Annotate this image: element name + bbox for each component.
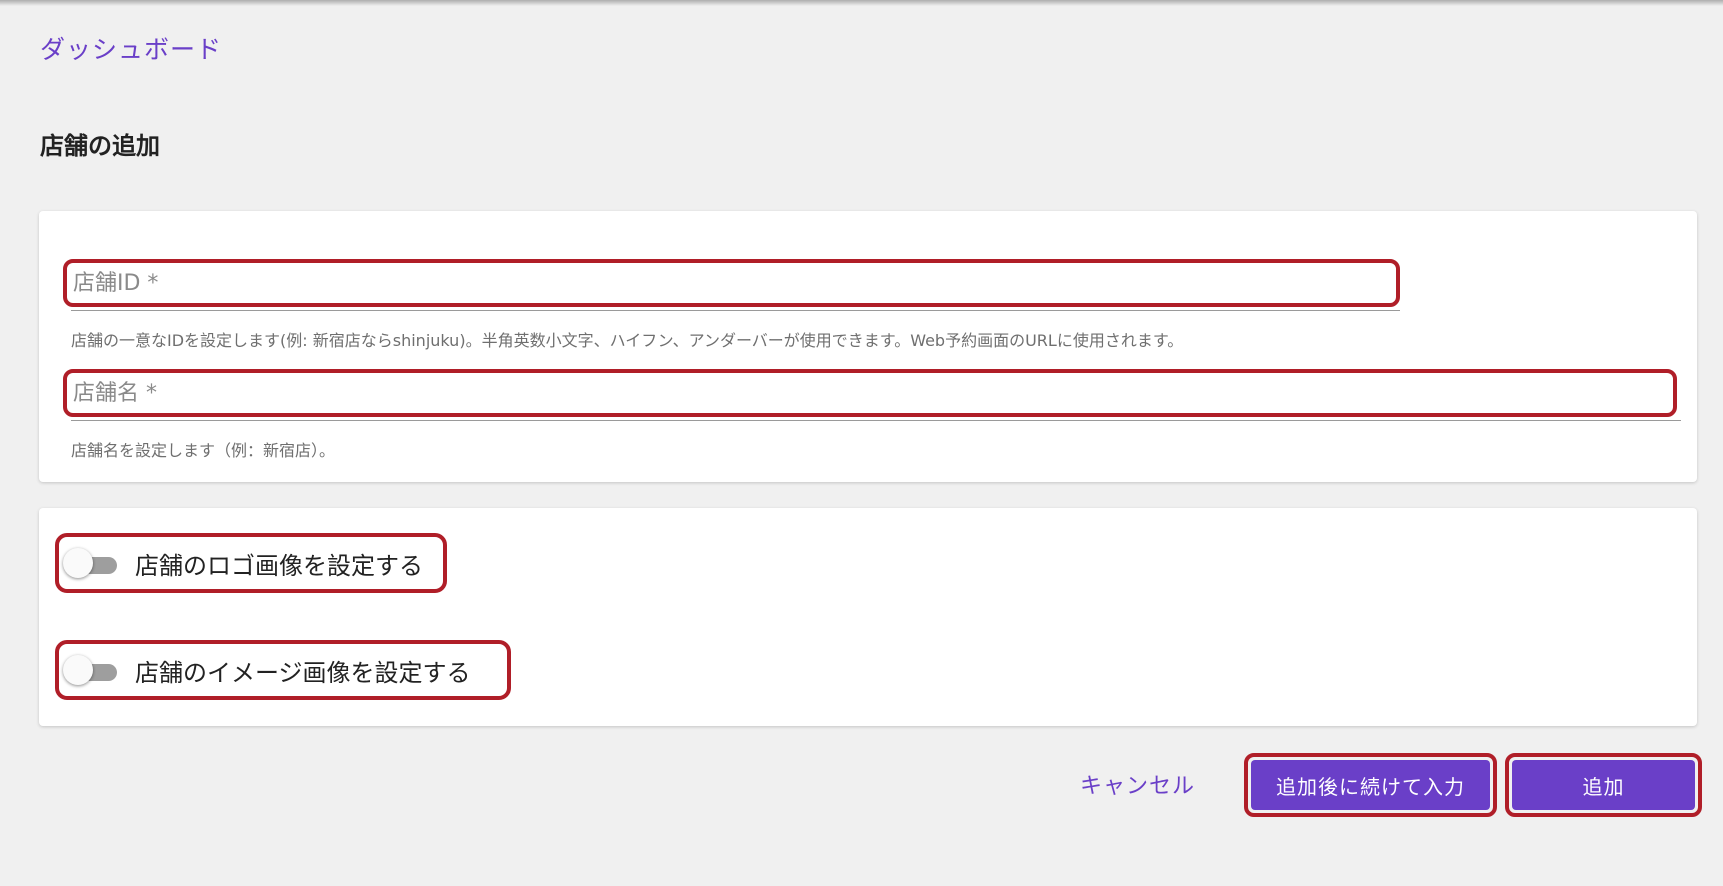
logo-image-switch[interactable] bbox=[63, 548, 123, 578]
store-name-helper-text: 店舗名を設定します（例：新宿店）。 bbox=[71, 441, 336, 460]
store-image-toggle-label: 店舗のイメージ画像を設定する bbox=[135, 658, 471, 687]
logo-image-toggle-row[interactable]: 店舗のロゴ画像を設定する bbox=[55, 533, 447, 593]
store-fields-card: 店舗の一意なIDを設定します(例: 新宿店ならshinjuku)。半角英数小文字… bbox=[39, 211, 1697, 482]
add-button[interactable]: 追加 bbox=[1512, 760, 1695, 810]
store-id-helper-text: 店舗の一意なIDを設定します(例: 新宿店ならshinjuku)。半角英数小文字… bbox=[71, 331, 1184, 350]
store-name-underline bbox=[71, 420, 1681, 421]
add-button-outline: 追加 bbox=[1505, 753, 1702, 817]
breadcrumb-dashboard-link[interactable]: ダッシュボード bbox=[40, 30, 222, 66]
cancel-button[interactable]: キャンセル bbox=[1080, 768, 1195, 800]
store-id-underline bbox=[71, 310, 1400, 311]
switch-thumb bbox=[63, 548, 93, 578]
logo-image-toggle-label: 店舗のロゴ画像を設定する bbox=[135, 551, 423, 580]
store-images-card: 店舗のロゴ画像を設定する 店舗のイメージ画像を設定する bbox=[39, 508, 1697, 726]
store-image-switch[interactable] bbox=[63, 655, 123, 685]
switch-thumb bbox=[63, 655, 93, 685]
add-continue-button-outline: 追加後に続けて入力 bbox=[1244, 753, 1497, 817]
store-id-input[interactable] bbox=[63, 259, 1400, 307]
store-name-input[interactable] bbox=[63, 369, 1677, 417]
add-and-continue-button[interactable]: 追加後に続けて入力 bbox=[1251, 760, 1490, 810]
page-title: 店舗の追加 bbox=[40, 132, 160, 160]
store-image-toggle-row[interactable]: 店舗のイメージ画像を設定する bbox=[55, 640, 511, 700]
topbar-shadow bbox=[0, 0, 1723, 6]
